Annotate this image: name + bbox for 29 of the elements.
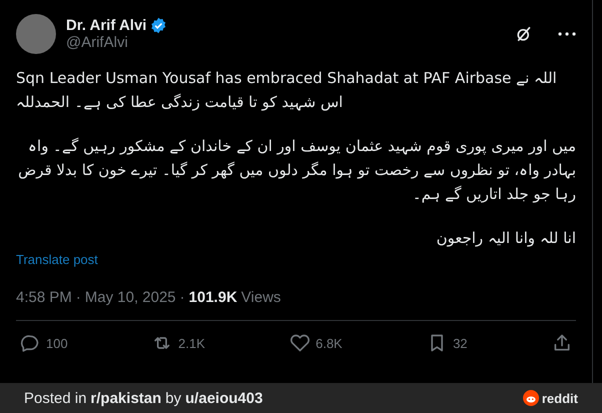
translate-link[interactable]: Translate post: [16, 252, 576, 267]
author-name[interactable]: Dr. Arif Alvi: [66, 17, 147, 34]
more-icon: [558, 32, 576, 36]
views-count: 101.9K: [188, 289, 238, 306]
bookmark-button[interactable]: 32: [426, 333, 468, 353]
separator-dot: ·: [180, 289, 185, 306]
footer-posted-in: Posted in: [24, 390, 87, 406]
heart-icon: [290, 333, 310, 353]
avatar: [16, 14, 56, 54]
post-text: انا للہ وانا الیہ راجعون: [435, 228, 576, 249]
views-label: Views: [241, 289, 281, 306]
more-button[interactable]: [558, 32, 576, 36]
separator-dot: ·: [76, 289, 81, 306]
post-time[interactable]: 4:58 PM: [16, 289, 72, 306]
reply-button[interactable]: 100: [20, 333, 68, 353]
share-icon: [552, 333, 572, 353]
subreddit-link[interactable]: r/pakistan: [90, 390, 162, 406]
author-handle[interactable]: @ArifAlvi: [66, 34, 504, 51]
share-button[interactable]: [552, 333, 572, 353]
post-date[interactable]: May 10, 2025: [84, 289, 176, 306]
reddit-wordmark: reddit: [542, 390, 578, 406]
footer-by: by: [165, 390, 182, 406]
reddit-logo-icon: [522, 390, 539, 406]
post-text: میں اور میری پوری قوم شہید عثمان یوسف اور ان کے خاندان کے مشکور رہیں گے۔ واہ بہادر واہ، تو نظروں سے رخصت تو ہوا مگر دلوں میں گھر کر گیا۔ تیرے خون کا بدلا قرض رہا جو جلد اتاریں گے ہم۔: [17, 136, 576, 205]
username-link[interactable]: u/aeiou403: [185, 390, 263, 406]
like-button[interactable]: 6.8K: [290, 333, 342, 353]
comment-icon: [20, 333, 40, 353]
repost-button[interactable]: 2.1K: [152, 333, 206, 353]
post-text: Sqn Leader Usman Yousaf has embraced Shahadat at PAF Airbase اللہ نے اس شہید کو تا قیامت زندگی عطا کی ہے۔ الحمدللہ: [16, 68, 558, 113]
